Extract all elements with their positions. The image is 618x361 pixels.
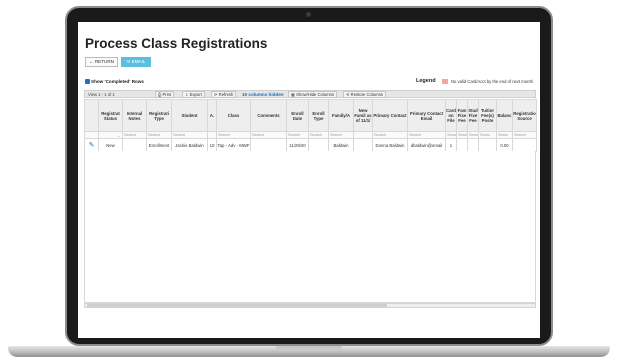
page-title: Process Class Registrations: [85, 36, 268, 51]
age-filter-input[interactable]: [207, 131, 217, 139]
column-header-new-family[interactable]: New Famil as of 11/1/: [353, 99, 373, 132]
column-header-status[interactable]: Registrat Status: [98, 99, 123, 132]
cell-source: [512, 138, 537, 152]
cell-notes: [122, 138, 147, 152]
screen: Process Class Registrations ← RETURN ✉ E…: [78, 22, 540, 338]
stage: Process Class Registrations ← RETURN ✉ E…: [0, 0, 618, 361]
export-button[interactable]: ⇩ Export: [182, 91, 205, 98]
family-filter-input[interactable]: Search: [328, 131, 354, 139]
column-header-notes[interactable]: Internal Notes: [122, 99, 147, 132]
column-header: [84, 99, 99, 132]
view-info: View 1 - 1 of 1: [88, 92, 115, 97]
filter-cell: [84, 131, 99, 139]
type-filter-input[interactable]: Search: [146, 131, 172, 139]
cell-primary-email-link[interactable]: dbaldwin@email: [407, 138, 446, 152]
checkbox-icon[interactable]: [85, 79, 90, 84]
card-filter-input[interactable]: Searc: [445, 131, 457, 139]
grid-empty-area: [84, 151, 536, 303]
email-button[interactable]: ✉ EMAIL: [121, 57, 151, 67]
horizontal-scrollbar[interactable]: [84, 303, 536, 308]
cell-primary-contact-link[interactable]: Donna Baldwin: [372, 138, 408, 152]
show-hide-columns-button[interactable]: ▦ Show/Hide Columns: [288, 91, 338, 98]
tuition-filter-input[interactable]: Searc: [478, 131, 497, 139]
cell-type: Enrollment: [146, 138, 172, 152]
cell-age: 10: [207, 138, 217, 152]
cell-tuition: [478, 138, 497, 152]
table-row[interactable]: ✎ New Enrollment Jackie Baldwin 10 Tap -…: [84, 138, 537, 152]
column-header-card-on-file[interactable]: Card on File: [445, 99, 457, 132]
legend-title: Legend: [416, 78, 436, 84]
camera-icon: [306, 12, 311, 17]
cell-balance-link[interactable]: 0.00: [496, 138, 513, 152]
column-header-stud-fee[interactable]: Stud Fixe Fee: [467, 99, 479, 132]
cell-class-link[interactable]: Tap - Adv - MWF: [216, 138, 251, 152]
source-filter-input[interactable]: Search: [512, 131, 537, 139]
grid-toolbar: View 1 - 1 of 1 ⎙ Print ⇩ Export ⟳ Refre…: [84, 90, 536, 98]
column-header-age[interactable]: A.: [207, 99, 217, 132]
print-button[interactable]: ⎙ Print: [155, 91, 175, 98]
fam-fee-filter-input[interactable]: Searc: [456, 131, 468, 139]
new-family-filter-input[interactable]: [353, 131, 373, 139]
edit-cell[interactable]: ✎: [84, 138, 99, 152]
notes-filter-input[interactable]: Search: [122, 131, 147, 139]
hidden-columns-count[interactable]: 19 columns hidden: [242, 91, 284, 98]
cell-family-link[interactable]: Baldwin: [328, 138, 354, 152]
cell-comments: [250, 138, 287, 152]
cell-new-family: [353, 138, 373, 152]
column-header-family[interactable]: Family/A: [328, 99, 354, 132]
column-header-primary-contact[interactable]: Primary Contact: [372, 99, 408, 132]
legend-swatch: [442, 79, 448, 84]
return-button[interactable]: ← RETURN: [85, 57, 118, 67]
legend-item-label: No valid Card/Acct by the end of next mo…: [451, 79, 533, 84]
column-header-primary-email[interactable]: Primary Contact Email: [407, 99, 446, 132]
laptop-notch: [276, 346, 342, 351]
chevron-down-icon[interactable]: ⌄: [117, 134, 120, 138]
column-header-fam-fee[interactable]: Fam Fixe Fee: [456, 99, 468, 132]
column-header-tuition[interactable]: Tuitior Fee(s) Poste: [478, 99, 497, 132]
refresh-button[interactable]: ⟳ Refresh: [211, 91, 237, 98]
stud-fee-filter-input[interactable]: Searc: [467, 131, 479, 139]
cell-stud-fee: [467, 138, 479, 152]
cell-enroll-type: [308, 138, 329, 152]
cell-fam-fee: [456, 138, 468, 152]
column-header-type[interactable]: Registrati Type: [146, 99, 172, 132]
column-header-comments[interactable]: Comments: [250, 99, 287, 132]
registrations-table: Registrat Status Internal Notes Registra…: [84, 99, 537, 152]
header-row: Registrat Status Internal Notes Registra…: [84, 99, 537, 132]
cell-enroll-date: 11/29/20: [286, 138, 309, 152]
column-header-balance[interactable]: Balanc: [496, 99, 513, 132]
cell-student-link[interactable]: Jackie Baldwin: [171, 138, 208, 152]
status-filter-dropdown[interactable]: ⌄: [98, 131, 123, 139]
column-header-enroll-type[interactable]: Enroll Type: [308, 99, 329, 132]
class-filter-input[interactable]: Search: [216, 131, 251, 139]
scrollbar-thumb[interactable]: [87, 304, 387, 307]
show-completed-label: Show 'Completed' Rows: [91, 79, 144, 84]
enroll-type-filter-input[interactable]: Search: [308, 131, 329, 139]
filter-row: ⌄ Search Search Search Search Search Sea…: [84, 131, 537, 139]
primary-email-filter-input[interactable]: Search: [407, 131, 446, 139]
column-header-class[interactable]: Class: [216, 99, 251, 132]
column-header-student[interactable]: Student: [171, 99, 208, 132]
balance-filter-input[interactable]: Searc: [496, 131, 513, 139]
enroll-date-filter-input[interactable]: Search: [286, 131, 309, 139]
student-filter-input[interactable]: Search: [171, 131, 208, 139]
cell-card-on-file: 1: [445, 138, 457, 152]
primary-contact-filter-input[interactable]: Search: [372, 131, 408, 139]
show-completed-toggle[interactable]: Show 'Completed' Rows: [85, 79, 144, 84]
column-header-enroll-date[interactable]: Enroll Date: [286, 99, 309, 132]
restore-columns-button[interactable]: ⟲ Restore Columns: [343, 91, 387, 98]
column-header-source[interactable]: Registratio Source: [512, 99, 537, 132]
pencil-icon[interactable]: ✎: [89, 142, 95, 149]
cell-status: New: [98, 138, 123, 152]
comments-filter-input[interactable]: Search: [250, 131, 287, 139]
